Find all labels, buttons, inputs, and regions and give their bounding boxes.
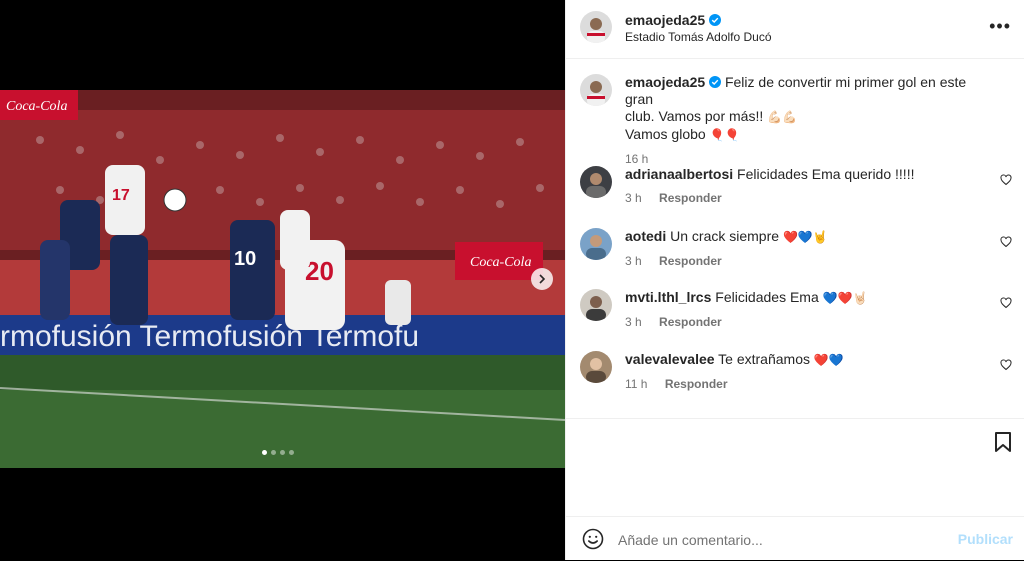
svg-text:17: 17	[112, 187, 130, 204]
avatar[interactable]	[580, 74, 612, 106]
comment-username[interactable]: mvti.lthl_lrcs	[625, 289, 711, 305]
carousel-dot	[289, 450, 294, 455]
reply-button[interactable]: Responder	[659, 315, 722, 329]
post-details-panel: emaojeda25 Estadio Tomás Adolfo Ducó •••	[565, 0, 1024, 560]
comment-username[interactable]: valevalevalee	[625, 351, 715, 367]
comment-emoji: ❤️💙🤘	[782, 230, 828, 244]
carousel-dot	[262, 450, 267, 455]
avatar[interactable]	[580, 11, 612, 43]
comment-time: 3 h	[625, 191, 642, 205]
flexed-biceps-emoji: 💪🏻💪🏻	[767, 110, 798, 124]
comment-username[interactable]: adrianaalbertosi	[625, 166, 733, 182]
username[interactable]: emaojeda25	[625, 12, 705, 28]
emoji-picker-icon[interactable]	[582, 528, 604, 550]
caption-text: emaojeda25 Feliz de convertir mi primer …	[625, 74, 985, 168]
comment-body: adrianaalbertosi Felicidades Ema querido…	[625, 166, 985, 207]
reply-button[interactable]: Responder	[659, 191, 722, 205]
comment-text: Felicidades Ema	[715, 289, 819, 305]
reply-button[interactable]: Responder	[665, 377, 728, 391]
caption-username[interactable]: emaojeda25	[625, 74, 705, 90]
svg-text:Coca-Cola: Coca-Cola	[470, 255, 531, 270]
post-author[interactable]: emaojeda25	[625, 12, 722, 28]
svg-text:10: 10	[234, 248, 256, 270]
bookmark-icon[interactable]	[993, 431, 1013, 453]
post-header: emaojeda25 Estadio Tomás Adolfo Ducó •••	[566, 0, 1024, 59]
comment-time: 11 h	[625, 377, 648, 391]
verified-badge-icon	[709, 76, 722, 88]
comment-composer: Publicar	[566, 516, 1024, 561]
publish-button[interactable]: Publicar	[958, 531, 1013, 547]
avatar[interactable]	[580, 351, 612, 383]
comment-text: Un crack siempre	[670, 228, 780, 244]
comment-emoji: 💙❤️🤘🏻	[822, 291, 868, 305]
comment-time: 3 h	[625, 315, 642, 329]
more-options-icon[interactable]: •••	[989, 16, 1011, 37]
comment-text: Te extrañamos	[718, 351, 810, 367]
heart-icon[interactable]	[1000, 359, 1012, 371]
svg-text:rmofusión Termofusión Termof: rmofusión Termofusión Termofu	[0, 320, 419, 353]
post-media: Coca-Cola Coca-Cola rmofusión Termofusió…	[0, 0, 565, 560]
verified-badge-icon	[709, 14, 722, 26]
comment-body: mvti.lthl_lrcs Felicidades Ema 💙❤️🤘🏻 3 h…	[625, 289, 985, 331]
chevron-right-icon	[539, 274, 546, 284]
comment-time: 3 h	[625, 254, 642, 268]
post-location[interactable]: Estadio Tomás Adolfo Ducó	[625, 30, 772, 44]
avatar[interactable]	[580, 166, 612, 198]
carousel-next-button[interactable]	[531, 268, 553, 290]
comments-section: emaojeda25 Feliz de convertir mi primer …	[566, 58, 1024, 418]
heart-icon[interactable]	[1000, 236, 1012, 248]
caption-line-2: club. Vamos por más!!	[625, 108, 764, 124]
heart-icon[interactable]	[1000, 174, 1012, 186]
comment-input[interactable]	[616, 529, 950, 551]
caption-line-3: Vamos globo	[625, 126, 706, 142]
carousel-dot	[280, 450, 285, 455]
svg-text:Coca-Cola: Coca-Cola	[6, 99, 67, 114]
reply-button[interactable]: Responder	[659, 254, 722, 268]
comment-body: valevalevalee Te extrañamos ❤️💙 11 h Res…	[625, 351, 985, 393]
avatar[interactable]	[580, 289, 612, 321]
comment-emoji: ❤️💙	[813, 353, 844, 367]
comment-text: Felicidades Ema querido !!!!!	[737, 166, 915, 182]
post-photo: Coca-Cola Coca-Cola rmofusión Termofusió…	[0, 90, 565, 468]
heart-icon[interactable]	[1000, 297, 1012, 309]
carousel-indicator	[262, 450, 294, 455]
post-actions	[566, 418, 1024, 517]
comment-body: aotedi Un crack siempre ❤️💙🤘 3 h Respond…	[625, 228, 985, 270]
balloon-emoji: 🎈🎈	[709, 128, 740, 142]
carousel-dot	[271, 450, 276, 455]
avatar[interactable]	[580, 228, 612, 260]
comment-username[interactable]: aotedi	[625, 228, 666, 244]
